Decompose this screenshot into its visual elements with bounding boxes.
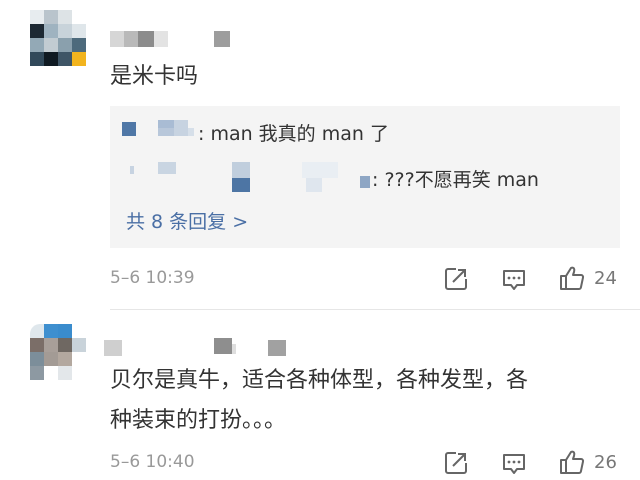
comment-icon[interactable] — [500, 265, 528, 293]
avatar[interactable] — [30, 324, 86, 380]
share-icon[interactable] — [442, 265, 470, 293]
more-replies-link[interactable]: 共 8 条回复 > — [126, 207, 248, 234]
thumb-up-icon[interactable] — [558, 448, 586, 476]
reply-text: : ???不愿再笑 man — [372, 169, 539, 191]
timestamp: 5–6 10:40 — [110, 452, 195, 472]
divider — [110, 309, 640, 310]
comment-text: 是米卡吗 — [110, 64, 199, 89]
share-icon[interactable] — [442, 449, 470, 477]
comment-text-line-2: 种装束的打扮。。。 — [110, 408, 287, 433]
avatar[interactable] — [30, 10, 86, 66]
reply-text: : man 我真的 man 了 — [198, 123, 389, 145]
comment-text-line-1: 贝尔是真牛，适合各种体型，各种发型，各 — [110, 368, 529, 393]
like-count: 24 — [594, 268, 617, 289]
timestamp: 5–6 10:39 — [110, 268, 195, 288]
comment-icon[interactable] — [500, 449, 528, 477]
reply-box[interactable]: : man 我真的 man 了 : ???不愿再笑 man 共 8 条回复 > — [110, 106, 620, 248]
like-count: 26 — [594, 452, 617, 473]
thumb-up-icon[interactable] — [558, 264, 586, 292]
